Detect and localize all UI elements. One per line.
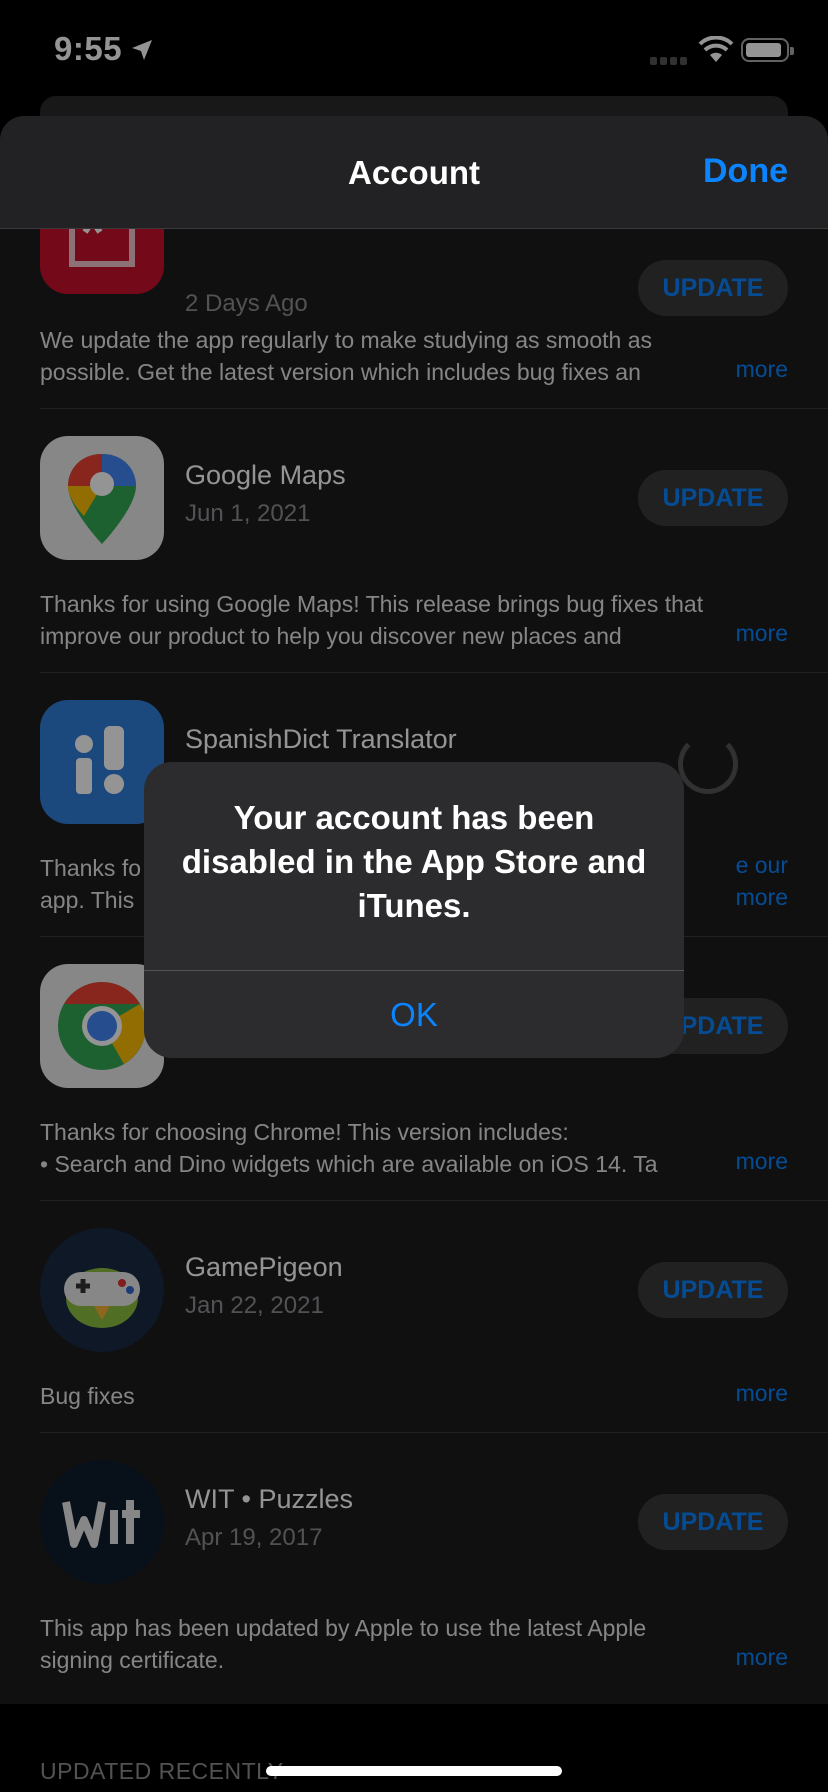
ok-button[interactable]: OK (144, 971, 684, 1058)
done-button[interactable]: Done (703, 152, 788, 191)
home-indicator[interactable] (266, 1766, 562, 1776)
nav-bar: Account Done (0, 116, 828, 229)
alert-dialog: Your account has been disabled in the Ap… (144, 762, 684, 1058)
alert-message: Your account has been disabled in the Ap… (181, 799, 647, 924)
